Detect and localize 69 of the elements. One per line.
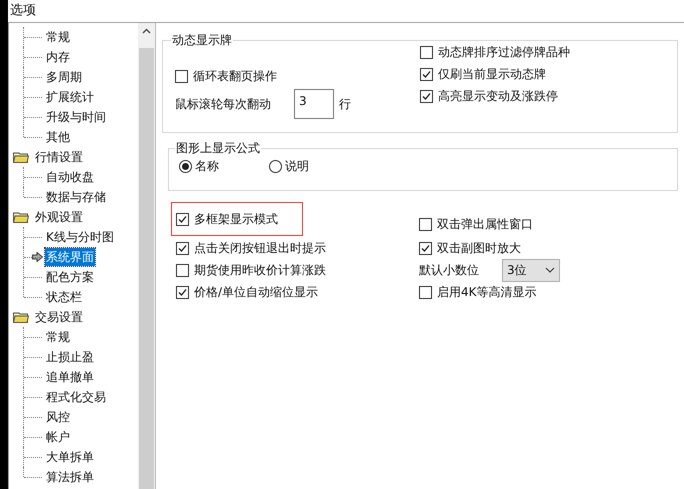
radio-button[interactable] (179, 160, 192, 172)
check-icon (178, 244, 187, 252)
unit-label: 行 (339, 96, 351, 113)
tree-item[interactable]: 追单撤单 (45, 368, 95, 386)
tree-group[interactable]: 交易设置 (9, 307, 138, 327)
option-label: 双击弹出属性窗口 (437, 216, 533, 233)
option-label: 说明 (285, 158, 309, 175)
tree-group[interactable]: 行情设置 (9, 147, 138, 167)
checkbox[interactable] (420, 90, 433, 102)
tree-item[interactable]: 算法拆单 (45, 468, 95, 486)
option-label: 高亮显示变动及涨跌停 (438, 88, 558, 105)
checkbox[interactable] (176, 212, 189, 226)
check-icon (422, 92, 431, 100)
chevron-down-icon (545, 267, 555, 273)
tree-item[interactable]: 状态栏 (45, 288, 83, 306)
radio-button[interactable] (269, 160, 282, 172)
tree-item[interactable]: 大单拆单 (45, 448, 95, 466)
option-label: 价格/单位自动缩位显示 (194, 284, 318, 301)
folder-icon (13, 211, 29, 223)
option-label: 鼠标滚轮每次翻动 (175, 96, 272, 113)
option-label: 循环表翻页操作 (193, 68, 277, 85)
option-label: 启用4K等高清显示 (437, 284, 537, 301)
checkbox[interactable] (176, 242, 189, 254)
tree-item[interactable]: 自动收盘 (45, 168, 95, 186)
checkbox[interactable] (176, 264, 189, 276)
tree-item[interactable]: 常规 (45, 28, 71, 46)
checkbox[interactable] (420, 46, 433, 58)
check-icon (178, 214, 187, 224)
folder-icon (13, 311, 29, 323)
option-label: 双击副图时放大 (437, 240, 521, 257)
group-title: 图形上显示公式 (175, 140, 261, 157)
tree-item[interactable]: 风控 (45, 408, 71, 426)
checkbox[interactable] (419, 242, 432, 254)
checkbox[interactable] (175, 70, 188, 82)
option-label: 名称 (195, 158, 219, 175)
group-title: 动态显示牌 (171, 32, 233, 49)
tree-item[interactable]: 数据与存储 (45, 188, 107, 206)
option-label: 动态牌排序过滤停牌品种 (438, 44, 570, 61)
option-label: 仅刷当前显示动态牌 (438, 66, 546, 83)
folder-icon (13, 151, 29, 163)
option-label: 默认小数位 (419, 262, 480, 279)
checkbox[interactable] (420, 68, 433, 80)
scrollbar[interactable] (138, 23, 155, 489)
tree-item[interactable]: 常规 (45, 328, 71, 346)
tree-group[interactable]: 外观设置 (9, 207, 138, 227)
check-icon (421, 244, 430, 252)
tree-item[interactable]: 帐户 (45, 428, 71, 446)
tree-item[interactable]: 系统界面 (45, 248, 95, 266)
tree-item[interactable]: 多周期 (45, 68, 83, 86)
arrow-icon (32, 252, 43, 262)
tree-item[interactable]: 其他 (45, 128, 71, 146)
tree-item[interactable]: 扩展统计 (45, 88, 95, 106)
tree-item[interactable]: 升级与时间 (45, 108, 107, 126)
decimal-dropdown[interactable]: 3位 (502, 258, 560, 282)
check-icon (422, 70, 431, 78)
number-field[interactable]: 3 (294, 89, 334, 119)
checkbox[interactable] (176, 286, 189, 298)
tree-item[interactable]: 内存 (45, 48, 71, 66)
tree-item[interactable]: 止损止盈 (45, 348, 95, 366)
checkbox[interactable] (419, 286, 432, 298)
checkbox[interactable] (419, 218, 432, 230)
tree-item[interactable]: 程式化交易 (45, 388, 107, 406)
window-title: 选项 (9, 2, 37, 20)
check-icon (178, 288, 187, 296)
tree-item[interactable]: K线与分时图 (45, 228, 115, 246)
option-label: 点击关闭按钮退出时提示 (194, 240, 326, 257)
option-label: 多框架显示模式 (194, 211, 278, 228)
tree-item[interactable]: 配色方案 (45, 268, 95, 286)
option-label: 期货使用昨收价计算涨跌 (194, 262, 326, 279)
